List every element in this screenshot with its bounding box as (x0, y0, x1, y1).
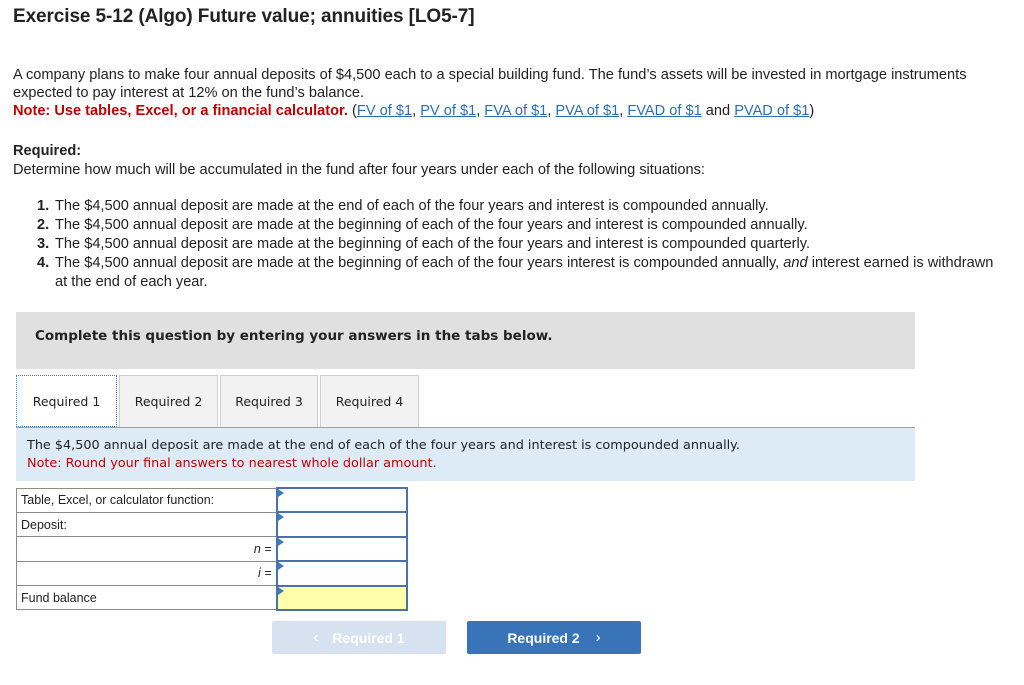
row-label-deposit: Deposit: (15, 511, 278, 538)
page-title: Exercise 5-12 (Algo) Future value; annui… (13, 6, 475, 27)
tab-bar: Required 1 Required 2 Required 3 Require… (16, 375, 421, 427)
answer-table: Table, Excel, or calculator function: De… (15, 486, 409, 611)
panel-note: Note: Round your final answers to neares… (27, 456, 437, 471)
item-text: The $4,500 annual deposit are made at th… (55, 217, 808, 233)
row-label-fund-balance: Fund balance (15, 585, 278, 611)
link-fvad-of-1[interactable]: FVAD of $1 (627, 103, 701, 119)
item-number: 2. (37, 217, 50, 233)
flag-icon (277, 489, 284, 497)
fund-balance-input[interactable] (277, 586, 406, 609)
instructions-text: Complete this question by entering your … (35, 328, 553, 344)
problem-intro: A company plans to make four annual depo… (13, 66, 1003, 120)
function-input-cell[interactable] (275, 486, 409, 514)
tab-panel-description: The $4,500 annual deposit are made at th… (16, 427, 915, 481)
i-input[interactable] (277, 562, 406, 585)
intro-text: A company plans to make four annual depo… (13, 67, 967, 101)
requirement-item: 3. The $4,500 annual deposit are made at … (37, 235, 997, 254)
row-label-n: n = (15, 536, 278, 562)
link-fv-of-1[interactable]: FV of $1 (357, 103, 412, 119)
requirement-item: 1. The $4,500 annual deposit are made at … (37, 197, 997, 216)
table-row: Table, Excel, or calculator function: (15, 486, 409, 514)
paren-close: ) (809, 103, 815, 119)
row-label-i: i = (15, 560, 278, 587)
item-text: The $4,500 annual deposit are made at th… (55, 198, 769, 214)
i-input-cell[interactable] (275, 560, 409, 587)
item-number: 4. (37, 255, 50, 271)
link-pv-of-1[interactable]: PV of $1 (420, 103, 476, 119)
table-row: Fund balance (15, 584, 409, 611)
deposit-input-cell[interactable] (275, 511, 409, 538)
required-description: Determine how much will be accumulated i… (13, 162, 705, 178)
fund-balance-input-cell[interactable] (275, 584, 409, 611)
n-input[interactable] (277, 537, 406, 561)
table-row: i = (15, 560, 409, 587)
requirement-item: 2. The $4,500 annual deposit are made at … (37, 216, 997, 235)
next-required-button[interactable]: Required 2 › (467, 621, 641, 654)
link-pvad-of-1[interactable]: PVAD of $1 (734, 103, 809, 119)
table-row: Deposit: (15, 511, 409, 538)
required-heading: Required: (13, 143, 82, 159)
deposit-input[interactable] (277, 513, 406, 536)
item-text-italic: and (783, 255, 808, 271)
tab-required-1[interactable]: Required 1 (16, 375, 117, 427)
function-input[interactable] (277, 489, 406, 512)
calculator-note: Note: Use tables, Excel, or a financial … (13, 103, 348, 119)
row-label-function: Table, Excel, or calculator function: (15, 487, 278, 513)
tab-required-4[interactable]: Required 4 (320, 375, 419, 427)
link-pva-of-1[interactable]: PVA of $1 (555, 103, 619, 119)
and-word: and (701, 103, 735, 119)
flag-icon (277, 586, 284, 595)
next-button-label: Required 2 (507, 629, 580, 646)
item-number: 3. (37, 236, 50, 252)
prev-required-button[interactable]: ‹ Required 1 (272, 621, 446, 654)
flag-icon (277, 562, 284, 571)
flag-icon (277, 537, 284, 546)
link-fva-of-1[interactable]: FVA of $1 (484, 103, 547, 119)
tab-required-2[interactable]: Required 2 (119, 375, 218, 427)
item-number: 1. (37, 198, 50, 214)
chevron-right-icon: › (595, 629, 601, 646)
n-input-cell[interactable] (275, 535, 409, 563)
prev-button-label: Required 1 (332, 629, 405, 646)
separator: , (412, 103, 421, 119)
tab-required-3[interactable]: Required 3 (220, 375, 318, 427)
table-row: n = (15, 535, 409, 563)
flag-icon (277, 513, 284, 522)
requirements-list: 1. The $4,500 annual deposit are made at … (37, 197, 997, 292)
requirement-item: 4. The $4,500 annual deposit are made at … (37, 254, 997, 292)
item-text: The $4,500 annual deposit are made at th… (55, 236, 811, 252)
item-text: The $4,500 annual deposit are made at th… (55, 255, 784, 271)
chevron-left-icon: ‹ (313, 629, 319, 646)
panel-description: The $4,500 annual deposit are made at th… (27, 438, 741, 453)
instructions-banner: Complete this question by entering your … (16, 312, 915, 369)
